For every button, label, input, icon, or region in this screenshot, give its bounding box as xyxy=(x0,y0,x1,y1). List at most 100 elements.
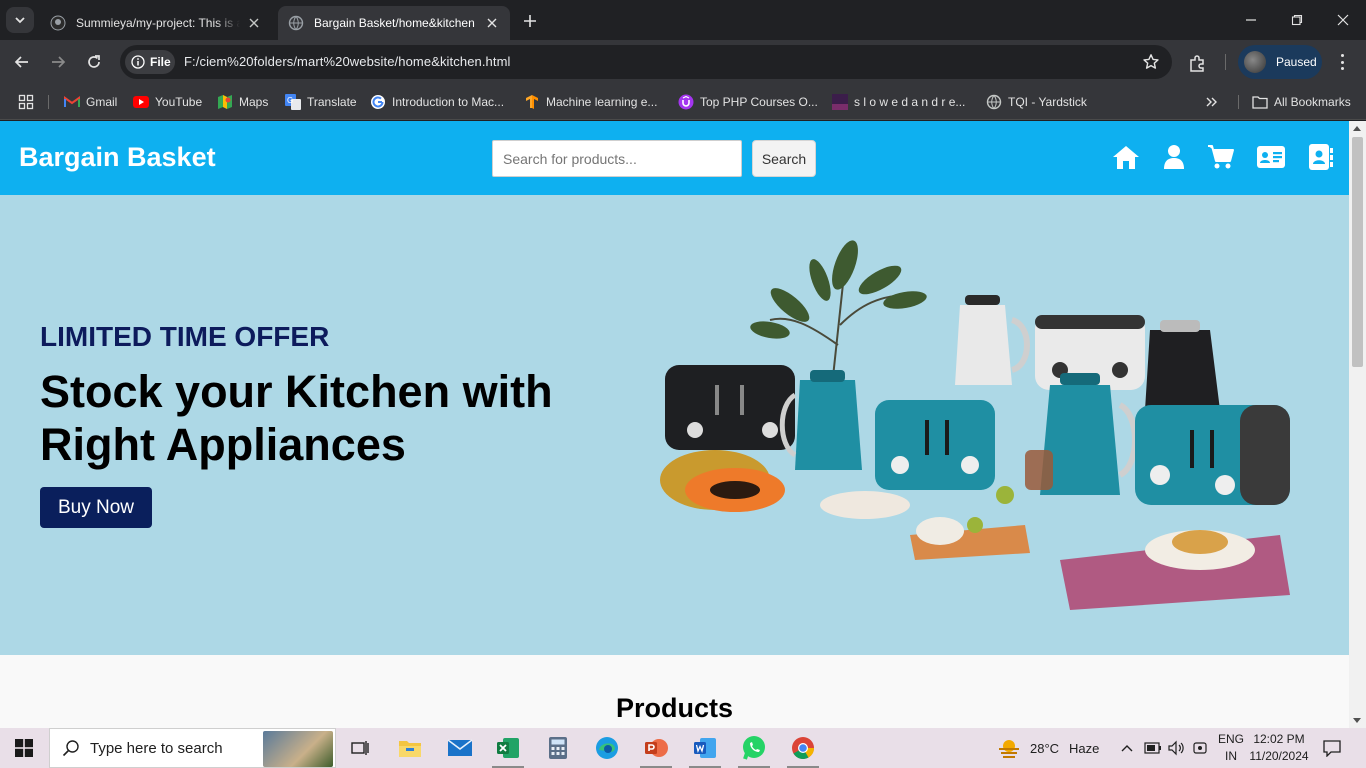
close-tab-icon[interactable] xyxy=(246,15,262,31)
close-tab-icon[interactable] xyxy=(484,15,500,31)
edge-icon[interactable] xyxy=(585,728,629,768)
whatsapp-icon[interactable] xyxy=(732,728,776,768)
contact-card-icon[interactable] xyxy=(1256,143,1286,171)
bookmark-php-courses[interactable]: Top PHP Courses O... xyxy=(678,92,818,112)
windows-taskbar: Type here to search 28°C Haze ENG IN 12:… xyxy=(0,728,1366,768)
bookmark-tqi[interactable]: TQI - Yardstick xyxy=(986,92,1087,112)
google-icon xyxy=(370,94,386,110)
arrow-left-icon xyxy=(14,56,28,68)
hero-banner: LIMITED TIME OFFER Stock your Kitchen wi… xyxy=(0,195,1349,655)
excel-icon[interactable] xyxy=(486,728,530,768)
scroll-down-arrow-icon[interactable] xyxy=(1353,718,1361,723)
browser-tab-active[interactable]: Bargain Basket/home&kitchen xyxy=(278,6,510,40)
calculator-icon[interactable] xyxy=(536,728,580,768)
more-menu-icon[interactable] xyxy=(1332,52,1352,72)
user-icon[interactable] xyxy=(1159,143,1189,171)
scroll-up-arrow-icon[interactable] xyxy=(1353,126,1361,131)
taskbar-search-placeholder: Type here to search xyxy=(90,739,223,757)
reload-button[interactable] xyxy=(80,48,108,76)
haze-icon xyxy=(999,740,1019,758)
bookmark-label: Top PHP Courses O... xyxy=(700,95,818,109)
youtube-icon xyxy=(133,94,149,110)
weather-condition: Haze xyxy=(1069,740,1100,756)
battery-icon[interactable] xyxy=(1144,728,1162,768)
browser-tab[interactable]: Summieya/my-project: This is a xyxy=(40,6,272,40)
cart-icon[interactable] xyxy=(1206,143,1236,171)
mail-icon[interactable] xyxy=(438,728,482,768)
language-region: IN xyxy=(1225,749,1237,763)
svg-text:G: G xyxy=(287,96,293,105)
taskbar-search-box[interactable]: Type here to search xyxy=(49,728,336,768)
close-window-button[interactable] xyxy=(1320,0,1366,40)
bookmark-label: Machine learning e... xyxy=(546,95,658,109)
restore-button[interactable] xyxy=(1274,0,1320,40)
site-info-chip[interactable]: File xyxy=(125,50,175,74)
page-scrollbar[interactable] xyxy=(1349,121,1366,728)
browser-toolbar: File F:/ciem%20folders/mart%20website/ho… xyxy=(0,40,1366,84)
tensorflow-icon xyxy=(524,94,540,110)
bookmark-youtube[interactable]: YouTube xyxy=(133,92,202,112)
back-button[interactable] xyxy=(8,48,36,76)
bookmark-star-icon[interactable] xyxy=(1142,53,1160,71)
clock-date: 11/20/2024 xyxy=(1249,749,1309,763)
bookmark-label: TQI - Yardstick xyxy=(1008,95,1087,109)
weather-widget[interactable]: 28°C Haze xyxy=(998,728,1099,768)
tab-search-button[interactable] xyxy=(6,7,34,33)
file-explorer-icon[interactable] xyxy=(388,728,432,768)
taskbar-clock[interactable]: 12:02 PM 11/20/2024 xyxy=(1248,731,1310,765)
page-viewport: Bargain Basket Search LIMITED TIME OFFER… xyxy=(0,121,1349,728)
bookmark-gmail[interactable]: Gmail xyxy=(64,92,117,112)
new-tab-button[interactable] xyxy=(518,9,542,33)
chevron-down-icon xyxy=(15,17,25,24)
scrollbar-thumb[interactable] xyxy=(1352,137,1363,367)
folder-icon xyxy=(1252,94,1268,110)
meet-now-icon[interactable] xyxy=(1192,728,1208,768)
bookmark-label: Maps xyxy=(239,95,269,109)
input-language[interactable]: ENG IN xyxy=(1216,731,1246,765)
plus-icon xyxy=(524,15,536,27)
bookmark-machine-learning[interactable]: Machine learning e... xyxy=(524,92,657,112)
tab-title: Summieya/my-project: This is a xyxy=(76,16,240,30)
minimize-icon xyxy=(1246,19,1256,21)
maps-icon xyxy=(217,94,233,110)
apps-grid-icon[interactable] xyxy=(18,92,34,112)
url-text[interactable]: F:/ciem%20folders/mart%20website/home&ki… xyxy=(184,54,511,69)
tab-title: Bargain Basket/home&kitchen xyxy=(314,16,475,30)
offer-label: LIMITED TIME OFFER xyxy=(40,321,330,352)
clock-time: 12:02 PM xyxy=(1253,732,1305,746)
bookmark-label: s l o w e d a n d r e... xyxy=(854,95,966,109)
extensions-puzzle-icon[interactable] xyxy=(1187,52,1209,74)
all-bookmarks-button[interactable]: All Bookmarks xyxy=(1252,92,1351,112)
notifications-icon[interactable] xyxy=(1322,728,1342,768)
profile-button[interactable]: Paused xyxy=(1238,45,1322,79)
profile-status: Paused xyxy=(1276,55,1317,69)
github-icon xyxy=(50,15,66,31)
show-hidden-icons-chevron-icon[interactable] xyxy=(1120,728,1134,768)
powerpoint-icon[interactable] xyxy=(634,728,678,768)
windows-start-icon[interactable] xyxy=(0,728,48,768)
site-logo[interactable]: Bargain Basket xyxy=(19,142,216,173)
buy-now-button[interactable]: Buy Now xyxy=(40,487,152,528)
address-book-icon[interactable] xyxy=(1306,143,1336,171)
forward-button[interactable] xyxy=(44,48,72,76)
bookmark-label: YouTube xyxy=(155,95,203,109)
home-icon[interactable] xyxy=(1111,143,1141,171)
volume-icon[interactable] xyxy=(1167,728,1185,768)
search-button[interactable]: Search xyxy=(752,140,816,177)
products-heading: Products xyxy=(615,693,734,723)
bookmarks-bar: Gmail YouTube Maps G Translate Introduct… xyxy=(0,84,1366,120)
task-view-icon[interactable] xyxy=(338,728,382,768)
bookmark-introduction[interactable]: Introduction to Mac... xyxy=(370,92,504,112)
minimize-button[interactable] xyxy=(1228,0,1274,40)
close-icon xyxy=(1337,14,1349,26)
bookmark-translate[interactable]: G Translate xyxy=(285,92,357,112)
chrome-icon[interactable] xyxy=(781,728,825,768)
bookmark-slowed[interactable]: s l o w e d a n d r e... xyxy=(832,92,965,112)
word-icon[interactable] xyxy=(683,728,727,768)
search-input[interactable] xyxy=(492,140,742,177)
udemy-icon xyxy=(678,94,694,110)
bookmark-maps[interactable]: Maps xyxy=(217,92,268,112)
bookmarks-overflow-chevron-icon[interactable] xyxy=(1204,92,1218,112)
address-bar[interactable]: File F:/ciem%20folders/mart%20website/ho… xyxy=(120,45,1172,79)
arrow-right-icon xyxy=(52,56,66,68)
